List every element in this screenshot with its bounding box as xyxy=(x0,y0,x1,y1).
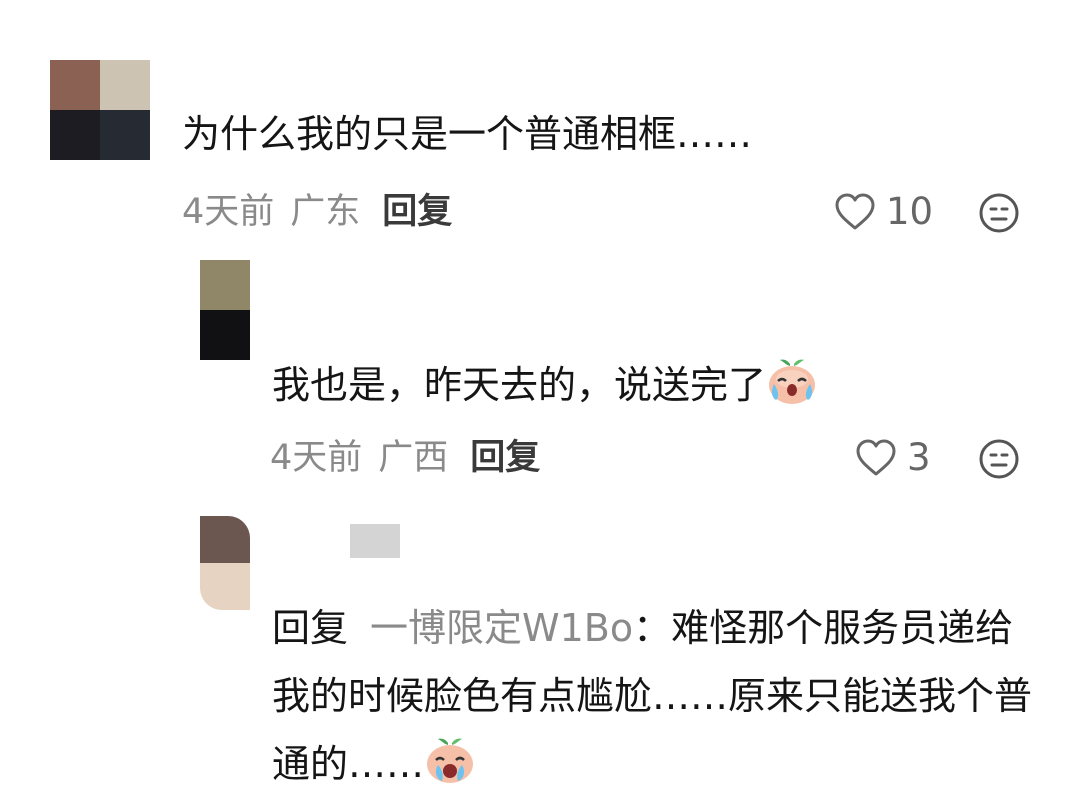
timestamp: 4天前 xyxy=(182,192,275,232)
comment-text: 我也是，昨天去的，说送完了 xyxy=(272,356,818,417)
timestamp: 4天前 xyxy=(270,438,363,478)
avatar[interactable] xyxy=(200,516,250,610)
like-button[interactable]: 10 xyxy=(834,190,933,233)
comment-meta: 4天前 广东 回复 xyxy=(182,190,452,234)
comment-text: 为什么我的只是一个普通相框…… xyxy=(182,112,753,156)
like-count: 3 xyxy=(907,436,931,479)
reply-button[interactable]: 回复 xyxy=(470,438,540,478)
comment-meta: 4天前 广西 回复 xyxy=(270,436,540,480)
heart-outline-icon xyxy=(856,439,896,475)
reaction-button[interactable] xyxy=(978,192,1020,234)
heart-outline-icon xyxy=(835,193,875,229)
mention-colon: ： xyxy=(633,606,672,650)
reply-button[interactable]: 回复 xyxy=(382,192,452,232)
like-button[interactable]: 3 xyxy=(855,436,931,479)
avatar[interactable] xyxy=(50,60,150,160)
region: 广西 xyxy=(378,438,449,478)
neutral-face-icon xyxy=(979,439,1019,479)
crying-peach-sticker xyxy=(424,735,476,806)
comment-text: 回复 一博限定W1Bo：难怪那个服务员递给我的时候脸色有点尴尬……原来只能送我个普… xyxy=(272,594,1032,806)
crying-peach-sticker xyxy=(766,356,818,417)
avatar[interactable] xyxy=(200,260,250,360)
username-placeholder[interactable] xyxy=(350,524,400,558)
like-count: 10 xyxy=(886,190,934,233)
region: 广东 xyxy=(290,192,361,232)
neutral-face-icon xyxy=(979,193,1019,233)
reaction-button[interactable] xyxy=(978,438,1020,480)
mention-link[interactable]: 一博限定W1Bo xyxy=(370,606,633,650)
reply-prefix: 回复 xyxy=(272,606,349,650)
